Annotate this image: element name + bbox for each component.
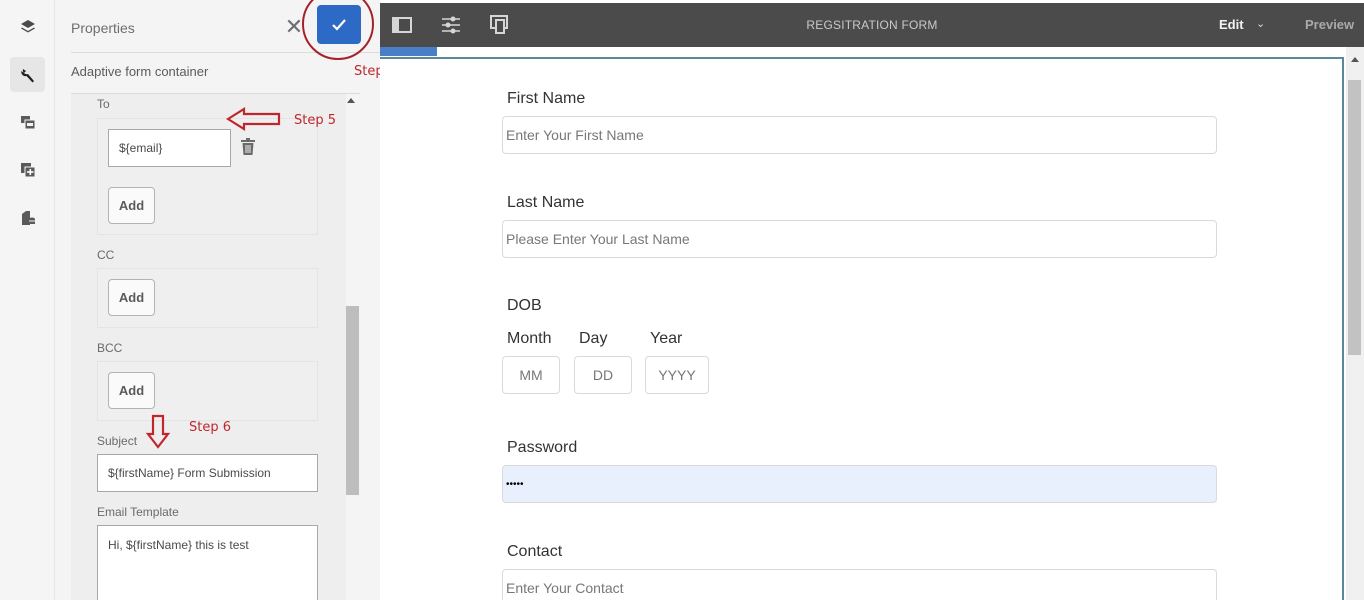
panel-scroll-up-icon[interactable] bbox=[347, 98, 355, 103]
layers-icon bbox=[20, 19, 35, 32]
assets-icon bbox=[20, 115, 35, 129]
properties-panel: Properties ✕ Adaptive form container To … bbox=[55, 0, 380, 600]
bcc-add-button[interactable]: Add bbox=[108, 372, 155, 409]
last-name-input[interactable]: Please Enter Your Last Name bbox=[502, 220, 1217, 258]
subject-label: Subject bbox=[97, 434, 138, 448]
rail-assets-button[interactable] bbox=[10, 104, 45, 139]
month-input[interactable]: MM bbox=[502, 356, 560, 394]
month-label: Month bbox=[507, 330, 552, 347]
preview-button[interactable]: Preview bbox=[1305, 17, 1354, 32]
cc-label: CC bbox=[97, 248, 115, 262]
trash-icon bbox=[241, 138, 255, 155]
password-input[interactable]: ••••• bbox=[502, 465, 1217, 503]
canvas-scrollbar[interactable] bbox=[1346, 47, 1364, 600]
side-rail bbox=[0, 0, 55, 600]
year-label: Year bbox=[650, 330, 683, 347]
dob-label: DOB bbox=[507, 297, 542, 314]
contact-label: Contact bbox=[507, 543, 563, 560]
to-label: To bbox=[97, 97, 110, 111]
selection-indicator bbox=[380, 47, 437, 56]
panel-title: Properties bbox=[71, 20, 135, 36]
form-title: REGSITRATION FORM bbox=[806, 18, 938, 32]
contact-input[interactable]: Enter Your Contact bbox=[502, 569, 1217, 600]
to-email-field[interactable]: ${email} bbox=[108, 129, 231, 167]
form-canvas: First Name Enter Your First Name Last Na… bbox=[380, 47, 1364, 600]
canvas-scroll-thumb[interactable] bbox=[1348, 80, 1361, 355]
app-root: Properties ✕ Adaptive form container To … bbox=[0, 0, 1364, 600]
step5-annotation: Step 5 bbox=[294, 113, 337, 128]
to-add-button[interactable]: Add bbox=[108, 187, 155, 224]
panel-subtitle: Adaptive form container bbox=[71, 64, 209, 79]
rail-data-sources-button[interactable] bbox=[10, 200, 45, 235]
rail-properties-button[interactable] bbox=[10, 57, 45, 92]
rail-layers-button[interactable] bbox=[10, 9, 45, 44]
cc-add-button[interactable]: Add bbox=[108, 279, 155, 316]
editor-toolbar: REGSITRATION FORM Edit ⌄ Preview bbox=[380, 3, 1364, 47]
step5-arrow-icon bbox=[226, 107, 281, 131]
year-input[interactable]: YYYY bbox=[645, 356, 709, 394]
step6-arrow-icon bbox=[145, 414, 171, 449]
first-name-label: First Name bbox=[507, 90, 586, 107]
password-label: Password bbox=[507, 439, 578, 456]
email-template-label: Email Template bbox=[97, 505, 179, 519]
email-template-field[interactable]: Hi, ${firstName} this is test bbox=[97, 525, 318, 600]
step6-annotation: Step 6 bbox=[189, 420, 232, 435]
panel-scrollbar[interactable] bbox=[346, 306, 359, 495]
day-label: Day bbox=[579, 330, 608, 347]
scroll-up-icon[interactable] bbox=[1351, 57, 1359, 62]
first-name-input[interactable]: Enter Your First Name bbox=[502, 116, 1217, 154]
rail-components-button[interactable] bbox=[10, 152, 45, 187]
to-group: ${email} Add bbox=[97, 118, 318, 235]
subject-field[interactable]: ${firstName} Form Submission bbox=[97, 454, 318, 492]
last-name-label: Last Name bbox=[507, 194, 585, 211]
panel-body: To ${email} Add CC Add BCC Add Subject $… bbox=[71, 94, 346, 600]
chevron-down-icon[interactable]: ⌄ bbox=[1256, 17, 1265, 30]
edit-mode-button[interactable]: Edit bbox=[1219, 17, 1244, 32]
close-icon: ✕ bbox=[284, 14, 304, 39]
add-component-icon bbox=[20, 162, 35, 177]
wrench-icon bbox=[20, 68, 34, 82]
delete-to-button[interactable] bbox=[240, 138, 256, 161]
bcc-group: Add bbox=[97, 361, 318, 421]
bcc-label: BCC bbox=[97, 341, 123, 355]
day-input[interactable]: DD bbox=[574, 356, 632, 394]
data-source-icon bbox=[21, 210, 35, 225]
cc-group: Add bbox=[97, 268, 318, 328]
